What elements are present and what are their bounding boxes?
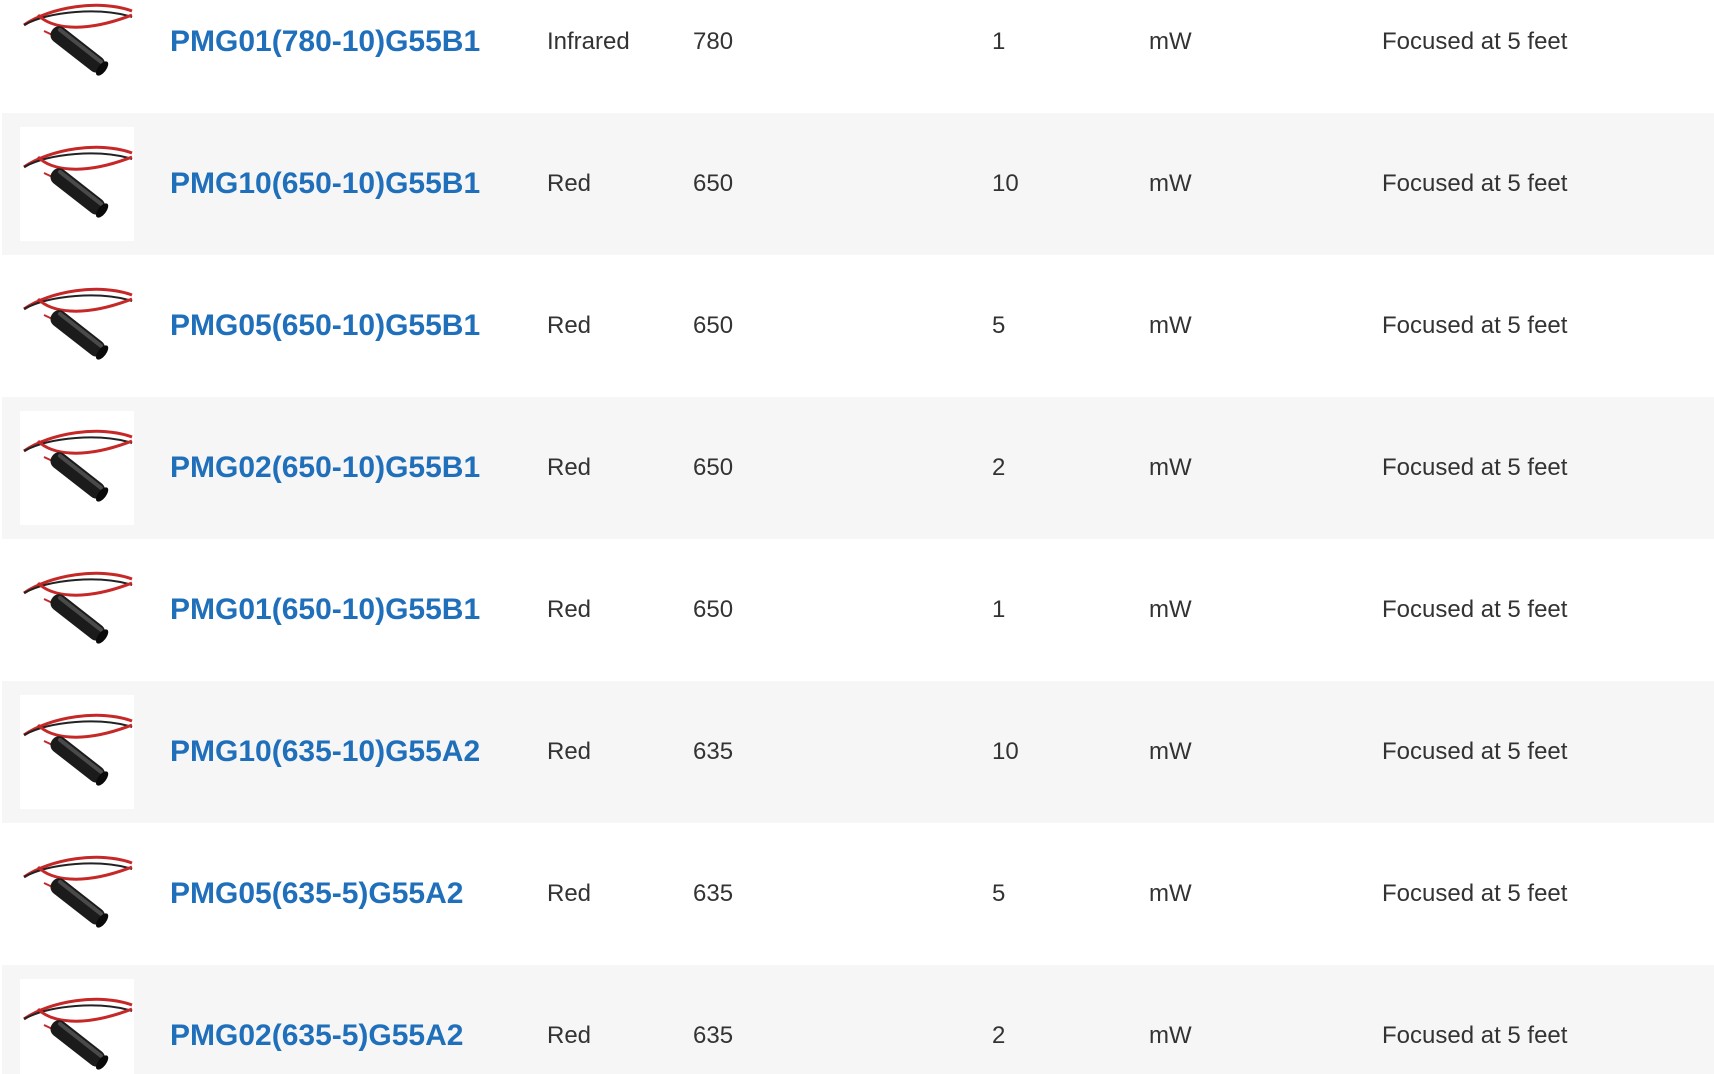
laser-module-icon[interactable]: [20, 411, 134, 525]
power-value: 1: [992, 28, 1006, 55]
table-row: PMG10(635-10)G55A2 Red 635 10 mW Focused…: [2, 681, 1714, 823]
power-unit: mW: [1149, 596, 1192, 623]
product-model-link[interactable]: PMG05(650-10)G55B1: [170, 309, 480, 343]
laser-color: Red: [547, 596, 592, 623]
laser-module-icon[interactable]: [20, 0, 134, 99]
beam-focus: Focused at 5 feet: [1382, 170, 1568, 197]
wavelength: 635: [693, 738, 734, 765]
table-row: PMG02(635-5)G55A2 Red 635 2 mW Focused a…: [2, 965, 1714, 1074]
table-row: PMG10(650-10)G55B1 Red 650 10 mW Focused…: [2, 113, 1714, 255]
laser-module-icon[interactable]: [20, 695, 134, 809]
product-model-link[interactable]: PMG10(635-10)G55A2: [170, 735, 480, 769]
table-row: PMG01(650-10)G55B1 Red 650 1 mW Focused …: [2, 539, 1714, 681]
product-model-link[interactable]: PMG02(650-10)G55B1: [170, 451, 480, 485]
laser-color: Red: [547, 454, 592, 481]
table-row: PMG02(650-10)G55B1 Red 650 2 mW Focused …: [2, 397, 1714, 539]
power-unit: mW: [1149, 312, 1192, 339]
power-unit: mW: [1149, 170, 1192, 197]
power-unit: mW: [1149, 454, 1192, 481]
power-value: 5: [992, 880, 1006, 907]
laser-color: Red: [547, 1022, 592, 1049]
power-unit: mW: [1149, 28, 1192, 55]
wavelength: 650: [693, 596, 734, 623]
laser-module-icon[interactable]: [20, 837, 134, 951]
power-unit: mW: [1149, 880, 1192, 907]
table-row: PMG05(635-5)G55A2 Red 635 5 mW Focused a…: [2, 823, 1714, 965]
wavelength: 780: [693, 28, 734, 55]
laser-module-icon[interactable]: [20, 269, 134, 383]
power-unit: mW: [1149, 1022, 1192, 1049]
laser-module-icon[interactable]: [20, 553, 134, 667]
product-model-link[interactable]: PMG01(650-10)G55B1: [170, 593, 480, 627]
product-model-link[interactable]: PMG01(780-10)G55B1: [170, 25, 480, 59]
power-value: 5: [992, 312, 1006, 339]
beam-focus: Focused at 5 feet: [1382, 454, 1568, 481]
product-table: PMG01(780-10)G55B1 Infrared 780 1 mW Foc…: [0, 0, 1714, 1074]
table-row: PMG01(780-10)G55B1 Infrared 780 1 mW Foc…: [2, 0, 1714, 113]
power-value: 2: [992, 454, 1006, 481]
beam-focus: Focused at 5 feet: [1382, 1022, 1568, 1049]
power-unit: mW: [1149, 738, 1192, 765]
product-model-link[interactable]: PMG10(650-10)G55B1: [170, 167, 480, 201]
wavelength: 650: [693, 170, 734, 197]
laser-color: Infrared: [547, 28, 630, 55]
wavelength: 650: [693, 454, 734, 481]
wavelength: 635: [693, 1022, 734, 1049]
power-value: 2: [992, 1022, 1006, 1049]
wavelength: 650: [693, 312, 734, 339]
laser-color: Red: [547, 312, 592, 339]
power-value: 10: [992, 170, 1019, 197]
laser-module-icon[interactable]: [20, 127, 134, 241]
beam-focus: Focused at 5 feet: [1382, 312, 1568, 339]
laser-color: Red: [547, 880, 592, 907]
power-value: 1: [992, 596, 1006, 623]
table-row: PMG05(650-10)G55B1 Red 650 5 mW Focused …: [2, 255, 1714, 397]
wavelength: 635: [693, 880, 734, 907]
power-value: 10: [992, 738, 1019, 765]
laser-color: Red: [547, 738, 592, 765]
beam-focus: Focused at 5 feet: [1382, 28, 1568, 55]
beam-focus: Focused at 5 feet: [1382, 596, 1568, 623]
beam-focus: Focused at 5 feet: [1382, 880, 1568, 907]
laser-color: Red: [547, 170, 592, 197]
beam-focus: Focused at 5 feet: [1382, 738, 1568, 765]
product-model-link[interactable]: PMG05(635-5)G55A2: [170, 877, 463, 911]
laser-module-icon[interactable]: [20, 979, 134, 1074]
product-model-link[interactable]: PMG02(635-5)G55A2: [170, 1019, 463, 1053]
